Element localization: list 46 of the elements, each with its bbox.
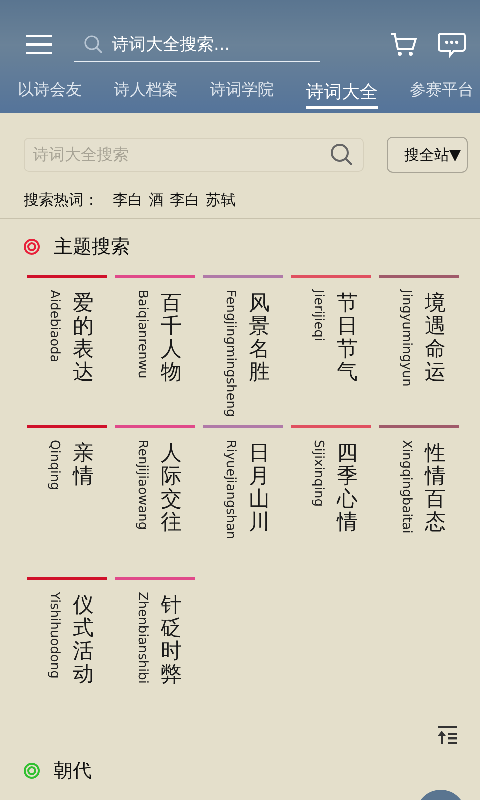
search-field[interactable]: 诗词大全搜索... [74,28,320,62]
hot-word-link[interactable]: 苏轼 [206,191,236,210]
hot-word-link[interactable]: 酒 [149,191,164,210]
search-scope-dropdown[interactable]: 搜全站▼ [387,137,468,173]
topic-pinyin: Sijixinqing [311,440,325,507]
topic-name[interactable]: 百千人物 [161,292,182,384]
search-placeholder: 诗词大全搜索 [33,144,130,166]
chat-icon[interactable] [438,32,466,58]
topic-name[interactable]: 节日节气 [337,292,358,384]
topic-name[interactable]: 仪式活动 [73,594,94,686]
topic-pinyin: Yishihuodong [47,592,61,679]
section-title: 主题搜索 [54,235,130,260]
topic-name[interactable]: 爱的表达 [73,292,94,384]
topic-pinyin: Jingyumingyun [399,290,413,387]
menu-icon[interactable] [26,35,52,55]
nav-tab[interactable]: 诗词大全 [306,76,378,109]
hot-words-label: 搜索热词： [24,191,99,210]
topic-name[interactable]: 针砭时弊 [161,594,182,686]
topic-name[interactable]: 日月山川 [249,442,270,534]
nav-tab[interactable]: 诗词学院 [210,76,274,109]
topic-name[interactable]: 性情百态 [425,442,446,534]
topic-pinyin: Renjijiaowang [135,440,149,530]
topic-pinyin: Baiqianrenwu [135,290,149,379]
topic-pinyin: Qinqing [47,440,61,490]
section-title: 朝代 [54,759,92,784]
topic-pinyin: Xingqingbaitai [399,440,413,534]
topic-pinyin: Jierijieqi [311,290,325,342]
topic-pinyin: Fengjingmingsheng [223,290,237,418]
scroll-to-top-icon[interactable] [438,726,458,746]
topic-name[interactable]: 四季心情 [337,442,358,534]
topic-pinyin: Riyuejiangshan [223,440,237,540]
topic-pinyin: Zhenbianshibi [135,592,149,684]
search-icon [84,34,104,54]
topic-pinyin: Aidebiaoda [47,290,61,363]
nav-tab[interactable]: 以诗会友 [18,76,82,109]
topic-name[interactable]: 亲情 [73,442,94,488]
topic-name[interactable]: 境遇命运 [425,292,446,384]
search-icon[interactable] [329,142,355,168]
hot-word-link[interactable]: 李白 [113,191,143,210]
nav-tab[interactable]: 参赛平台 [410,76,474,109]
hot-word-link[interactable]: 李白 [170,191,200,210]
topic-name[interactable]: 风景名胜 [249,292,270,384]
nav-tab[interactable]: 诗人档案 [114,76,178,109]
topic-name[interactable]: 人际交往 [161,442,182,534]
search-placeholder: 诗词大全搜索... [112,34,230,56]
cart-icon[interactable] [390,32,418,58]
